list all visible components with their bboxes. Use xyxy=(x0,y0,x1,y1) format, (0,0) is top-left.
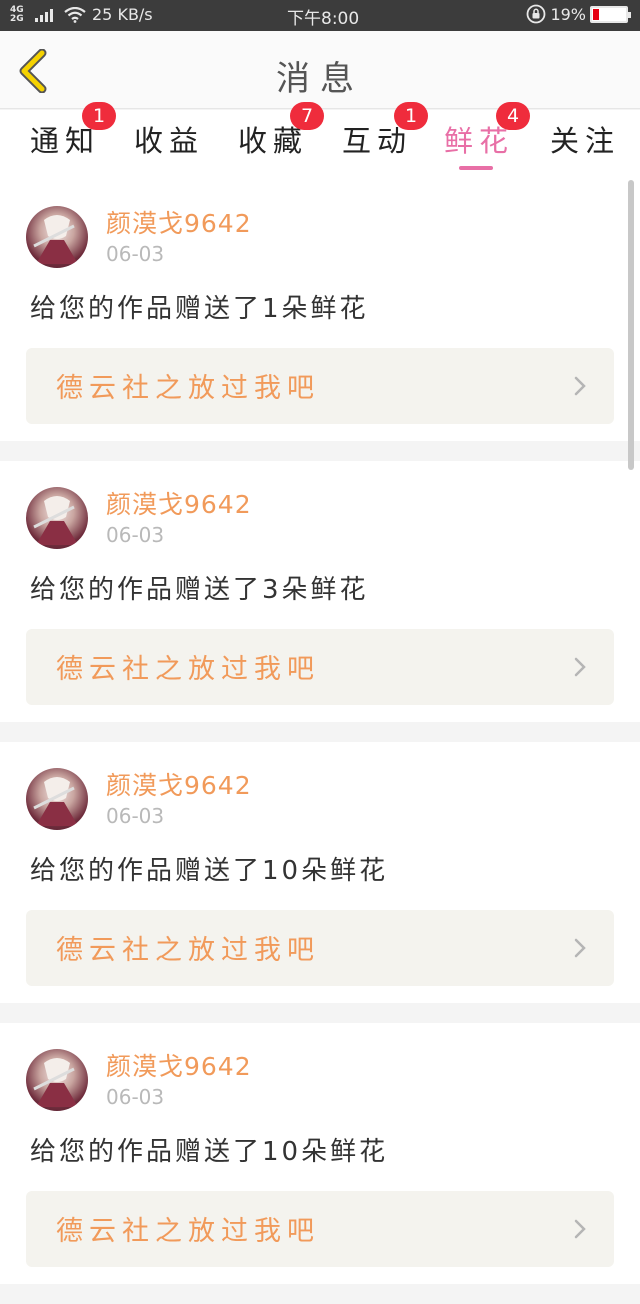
tab-label: 鲜花 xyxy=(444,124,515,158)
work-title: 德云社之放过我吧 xyxy=(56,1216,320,1247)
tab-label: 收藏 xyxy=(238,124,309,158)
battery-percent: 19% xyxy=(550,4,586,24)
unread-badge: 1 xyxy=(82,102,117,130)
battery-icon xyxy=(590,5,631,23)
chevron-right-icon xyxy=(574,1219,586,1239)
avatar-image xyxy=(33,777,78,826)
work-link[interactable]: 德云社之放过我吧 xyxy=(26,348,614,424)
tab-notifications[interactable]: 通知 1 xyxy=(30,102,117,160)
message-text: 给您的作品赠送了10朵鲜花 xyxy=(30,1137,389,1167)
tab-label: 通知 xyxy=(30,124,101,158)
status-right: 19% xyxy=(526,4,631,24)
username[interactable]: 颜漠戈9642 xyxy=(106,766,252,802)
tab-label: 收益 xyxy=(134,124,205,158)
network-type: 4G 2G xyxy=(10,5,32,24)
work-link[interactable]: 德云社之放过我吧 xyxy=(26,629,614,705)
message-text: 给您的作品赠送了10朵鲜花 xyxy=(30,856,389,886)
network-speed: 25 KB/s xyxy=(92,5,153,24)
message-list[interactable]: 颜漠戈9642 06-03 给您的作品赠送了1朵鲜花 德云社之放过我吧 颜漠戈9… xyxy=(0,180,640,1304)
battery-level xyxy=(593,8,599,20)
tab-flowers[interactable]: 鲜花 4 xyxy=(444,102,531,160)
message-date: 06-03 xyxy=(106,523,165,547)
tab-label: 互动 xyxy=(342,124,413,158)
chevron-right-icon xyxy=(574,376,586,396)
tab-following[interactable]: 关注 xyxy=(550,118,620,160)
avatar-image xyxy=(33,215,78,264)
avatar[interactable] xyxy=(26,1049,88,1111)
username[interactable]: 颜漠戈9642 xyxy=(106,485,252,521)
work-link[interactable]: 德云社之放过我吧 xyxy=(26,1191,614,1267)
work-title: 德云社之放过我吧 xyxy=(56,935,320,966)
nav-bar: 消息 xyxy=(0,31,640,109)
avatar-image xyxy=(33,1058,78,1107)
message-card: 颜漠戈9642 06-03 给您的作品赠送了3朵鲜花 德云社之放过我吧 xyxy=(0,461,640,722)
message-date: 06-03 xyxy=(106,242,165,266)
work-title: 德云社之放过我吧 xyxy=(56,654,320,685)
tab-interaction[interactable]: 互动 1 xyxy=(342,102,429,160)
message-card: 颜漠戈9642 06-03 给您的作品赠送了1朵鲜花 德云社之放过我吧 xyxy=(0,180,640,441)
unread-badge: 7 xyxy=(290,102,325,130)
message-date: 06-03 xyxy=(106,804,165,828)
page-title: 消息 xyxy=(276,59,364,99)
message-text: 给您的作品赠送了1朵鲜花 xyxy=(30,294,369,324)
username[interactable]: 颜漠戈9642 xyxy=(106,1047,252,1083)
scrollbar[interactable] xyxy=(628,180,634,470)
active-tab-indicator xyxy=(459,166,493,170)
unread-badge: 1 xyxy=(394,102,429,130)
message-text: 给您的作品赠送了3朵鲜花 xyxy=(30,575,369,605)
tab-bar: 通知 1 收益 收藏 7 互动 1 鲜花 4 关注 xyxy=(0,102,640,180)
status-bar: 4G 2G 25 KB/s 下午8:00 19% xyxy=(0,0,640,31)
rotation-lock-icon xyxy=(527,4,546,24)
unread-badge: 4 xyxy=(496,102,531,130)
status-left: 4G 2G 25 KB/s xyxy=(10,5,153,24)
avatar[interactable] xyxy=(26,206,88,268)
work-title: 德云社之放过我吧 xyxy=(56,373,320,404)
tab-label: 关注 xyxy=(550,124,621,158)
tab-earnings[interactable]: 收益 xyxy=(134,118,204,160)
work-link[interactable]: 德云社之放过我吧 xyxy=(26,910,614,986)
message-card: 颜漠戈9642 06-03 给您的作品赠送了10朵鲜花 德云社之放过我吧 xyxy=(0,1023,640,1284)
signal-icon xyxy=(35,8,53,22)
wifi-icon xyxy=(64,6,86,23)
chevron-right-icon xyxy=(574,938,586,958)
avatar[interactable] xyxy=(26,768,88,830)
chevron-right-icon xyxy=(574,657,586,677)
network-2g: 2G xyxy=(10,13,24,24)
username[interactable]: 颜漠戈9642 xyxy=(106,204,252,240)
status-time: 下午8:00 xyxy=(287,9,360,29)
avatar-image xyxy=(33,496,78,545)
message-date: 06-03 xyxy=(106,1085,165,1109)
avatar[interactable] xyxy=(26,487,88,549)
message-card: 颜漠戈9642 06-03 给您的作品赠送了10朵鲜花 德云社之放过我吧 xyxy=(0,742,640,1003)
tab-favorites[interactable]: 收藏 7 xyxy=(238,102,325,160)
